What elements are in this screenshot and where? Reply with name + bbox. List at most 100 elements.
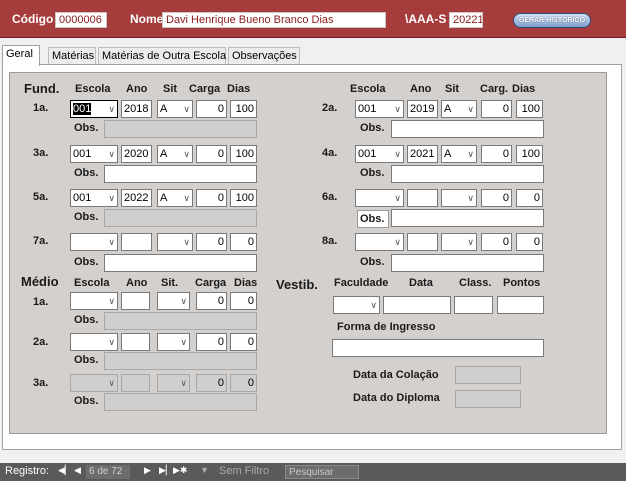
- obs-label: Obs.: [74, 167, 99, 179]
- fund-2a-escola-select[interactable]: 001: [355, 100, 404, 118]
- fund-7a-obs-field[interactable]: [104, 254, 257, 272]
- fund-4a-ano-field[interactable]: 2021: [407, 145, 438, 163]
- fund-4a-escola-select[interactable]: 001: [355, 145, 404, 163]
- medio-1a-obs-field[interactable]: [104, 312, 257, 330]
- medio-3a-ano-field[interactable]: [121, 374, 150, 392]
- fund-6a-dias-field[interactable]: 0: [516, 189, 543, 207]
- fund-1a-escola-select[interactable]: 001: [70, 100, 118, 118]
- fund-2a-ano-field[interactable]: 2019: [407, 100, 438, 118]
- sem-filtro-label[interactable]: Sem Filtro: [219, 465, 269, 477]
- fund-8a-obs-field[interactable]: [391, 254, 544, 272]
- aaaa-field[interactable]: 20221: [449, 12, 483, 28]
- vestib-faculdade-select[interactable]: [333, 296, 380, 314]
- fund-7a-sit-select[interactable]: [157, 233, 193, 251]
- codigo-field[interactable]: 0000006: [55, 12, 107, 28]
- tab-geral[interactable]: Geral: [2, 45, 40, 66]
- fund-3a-obs-field[interactable]: [104, 165, 257, 183]
- medio-1a-escola-select[interactable]: [70, 292, 118, 310]
- fund-7a-escola-select[interactable]: [70, 233, 118, 251]
- obs-label: Obs.: [360, 167, 385, 179]
- vestib-data-field[interactable]: [383, 296, 451, 314]
- medio-1a-sit-select[interactable]: [157, 292, 190, 310]
- medio-2a-dias-field[interactable]: 0: [230, 333, 257, 351]
- fund-6a-carga-field[interactable]: 0: [481, 189, 512, 207]
- tab-materias-outra-escola[interactable]: Matérias de Outra Escola: [98, 47, 226, 65]
- vestib-pontos-field[interactable]: [497, 296, 544, 314]
- fund-1a-carga-field[interactable]: 0: [196, 100, 227, 118]
- fund-6a-obs-field[interactable]: [391, 209, 544, 227]
- fund-8a-ano-field[interactable]: [407, 233, 438, 251]
- medio-2a-sit-select[interactable]: [157, 333, 190, 351]
- fund-7a-carga-field[interactable]: 0: [196, 233, 227, 251]
- fund-3a-carga-field[interactable]: 0: [196, 145, 227, 163]
- medio-3a-obs-field[interactable]: [104, 393, 257, 411]
- fund-2a-carga-field[interactable]: 0: [481, 100, 512, 118]
- new-record-icon[interactable]: ▶✱: [173, 465, 187, 476]
- fund-6a-escola-select[interactable]: [355, 189, 404, 207]
- fund-8a-sit-select[interactable]: [441, 233, 477, 251]
- record-counter[interactable]: 6 de 72: [86, 465, 130, 479]
- medio-2a-obs-field[interactable]: [104, 352, 257, 370]
- fund-4a-carga-field[interactable]: 0: [481, 145, 512, 163]
- fund-2a-obs-field[interactable]: [391, 120, 544, 138]
- prev-record-icon[interactable]: ◀: [74, 465, 81, 476]
- fund-row-label: 2a.: [322, 102, 338, 114]
- medio-carga-header: Carga: [195, 277, 227, 289]
- medio-2a-ano-field[interactable]: [121, 333, 150, 351]
- fund-6a-sit-select[interactable]: [441, 189, 477, 207]
- search-input[interactable]: Pesquisar: [285, 465, 359, 479]
- last-record-icon[interactable]: ▶▏: [159, 465, 173, 476]
- obs-label: Obs.: [360, 122, 385, 134]
- data-colacao-field[interactable]: [455, 366, 521, 384]
- fund-4a-obs-field[interactable]: [391, 165, 544, 183]
- fund-sit-header: Sit: [163, 83, 178, 95]
- fund-2a-sit-select[interactable]: A: [441, 100, 477, 118]
- medio-3a-escola-select[interactable]: [70, 374, 118, 392]
- medio-2a-carga-field[interactable]: 0: [196, 333, 227, 351]
- data-diploma-field[interactable]: [455, 390, 521, 408]
- medio-1a-ano-field[interactable]: [121, 292, 150, 310]
- medio-sit-header: Sit.: [161, 277, 179, 289]
- medio-3a-sit-select[interactable]: [157, 374, 190, 392]
- fund-dias-header-right: Dias: [512, 83, 536, 95]
- first-record-icon[interactable]: ◀▏: [58, 465, 72, 476]
- fund-4a-dias-field[interactable]: 100: [516, 145, 543, 163]
- fund-5a-sit-select[interactable]: A: [157, 189, 193, 207]
- obs-label: Obs.: [74, 122, 99, 134]
- gerar-historico-button[interactable]: GERAR HISTÓRICO: [513, 13, 591, 28]
- fund-5a-ano-field[interactable]: 2022: [121, 189, 152, 207]
- medio-3a-carga-field[interactable]: 0: [196, 374, 227, 392]
- fund-4a-sit-select[interactable]: A: [441, 145, 477, 163]
- vestib-class-header: Class.: [459, 277, 492, 289]
- fund-3a-ano-field[interactable]: 2020: [121, 145, 152, 163]
- medio-1a-carga-field[interactable]: 0: [196, 292, 227, 310]
- fund-1a-dias-field[interactable]: 100: [230, 100, 257, 118]
- fund-8a-escola-select[interactable]: [355, 233, 404, 251]
- medio-2a-escola-select[interactable]: [70, 333, 118, 351]
- fund-5a-obs-field[interactable]: [104, 209, 257, 227]
- fund-8a-dias-field[interactable]: 0: [516, 233, 543, 251]
- fund-7a-ano-field[interactable]: [121, 233, 152, 251]
- fund-8a-carga-field[interactable]: 0: [481, 233, 512, 251]
- nome-field[interactable]: Davi Henrique Bueno Branco Dias: [162, 12, 386, 28]
- fund-1a-ano-field[interactable]: 2018: [121, 100, 152, 118]
- next-record-icon[interactable]: ▶: [144, 465, 151, 476]
- fund-1a-escola-value: 001: [73, 103, 92, 115]
- fund-5a-dias-field[interactable]: 100: [230, 189, 257, 207]
- fund-3a-escola-select[interactable]: 001: [70, 145, 118, 163]
- medio-1a-dias-field[interactable]: 0: [230, 292, 257, 310]
- fund-1a-obs-field[interactable]: [104, 120, 257, 138]
- vestib-class-field[interactable]: [454, 296, 493, 314]
- fund-6a-ano-field[interactable]: [407, 189, 438, 207]
- fund-3a-sit-select[interactable]: A: [157, 145, 193, 163]
- tab-observacoes[interactable]: Observações: [228, 47, 300, 65]
- fund-3a-dias-field[interactable]: 100: [230, 145, 257, 163]
- fund-5a-escola-select[interactable]: 001: [70, 189, 118, 207]
- fund-2a-dias-field[interactable]: 100: [516, 100, 543, 118]
- forma-ingresso-field[interactable]: [332, 339, 544, 357]
- fund-7a-dias-field[interactable]: 0: [230, 233, 257, 251]
- tab-materias[interactable]: Matérias: [48, 47, 96, 65]
- fund-5a-carga-field[interactable]: 0: [196, 189, 227, 207]
- medio-3a-dias-field[interactable]: 0: [230, 374, 257, 392]
- fund-1a-sit-select[interactable]: A: [157, 100, 193, 118]
